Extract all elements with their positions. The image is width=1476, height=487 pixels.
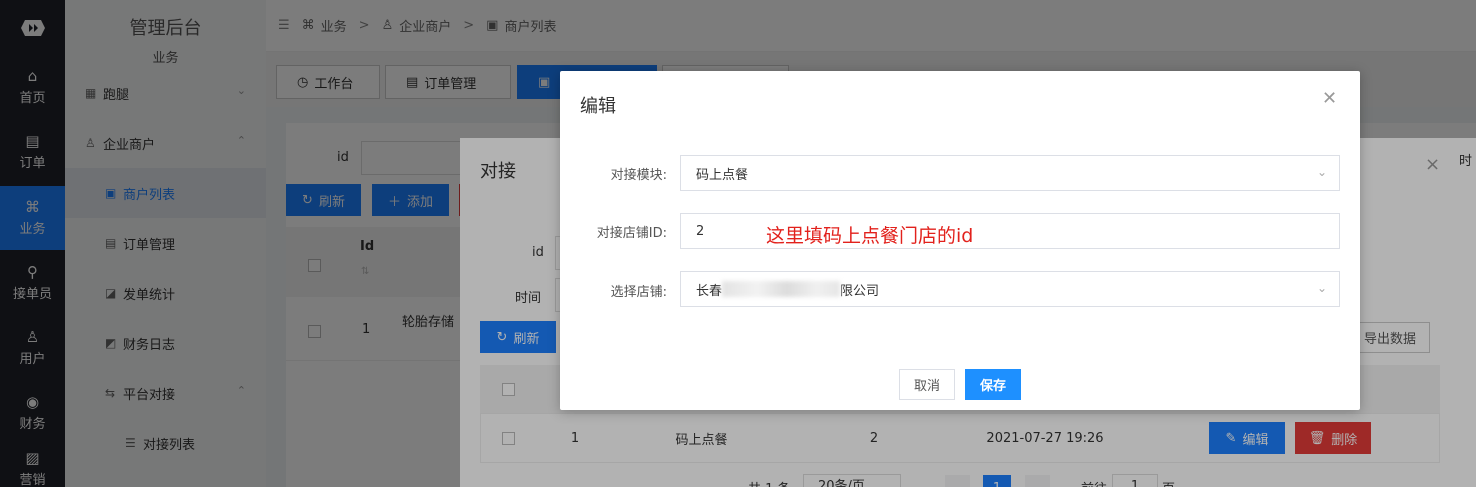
store-select[interactable]: 长春 限公司 ⌄ [680,271,1340,307]
module-select[interactable]: 码上点餐 ⌄ [680,155,1340,191]
module-label: 对接模块: [610,168,667,183]
cancel-button[interactable]: 取消 [899,369,955,400]
store-label: 选择店铺: [610,285,667,300]
save-button[interactable]: 保存 [965,369,1021,400]
edit-dialog-title: 编辑 [580,96,616,117]
store-id-label: 对接店铺ID: [596,226,667,241]
close-icon[interactable]: ✕ [1322,88,1337,109]
chevron-down-icon: ⌄ [1316,281,1327,295]
chevron-down-icon: ⌄ [1316,165,1327,179]
store-id-hint: 这里填码上点餐门店的id [766,225,974,247]
redacted-text [722,281,841,297]
